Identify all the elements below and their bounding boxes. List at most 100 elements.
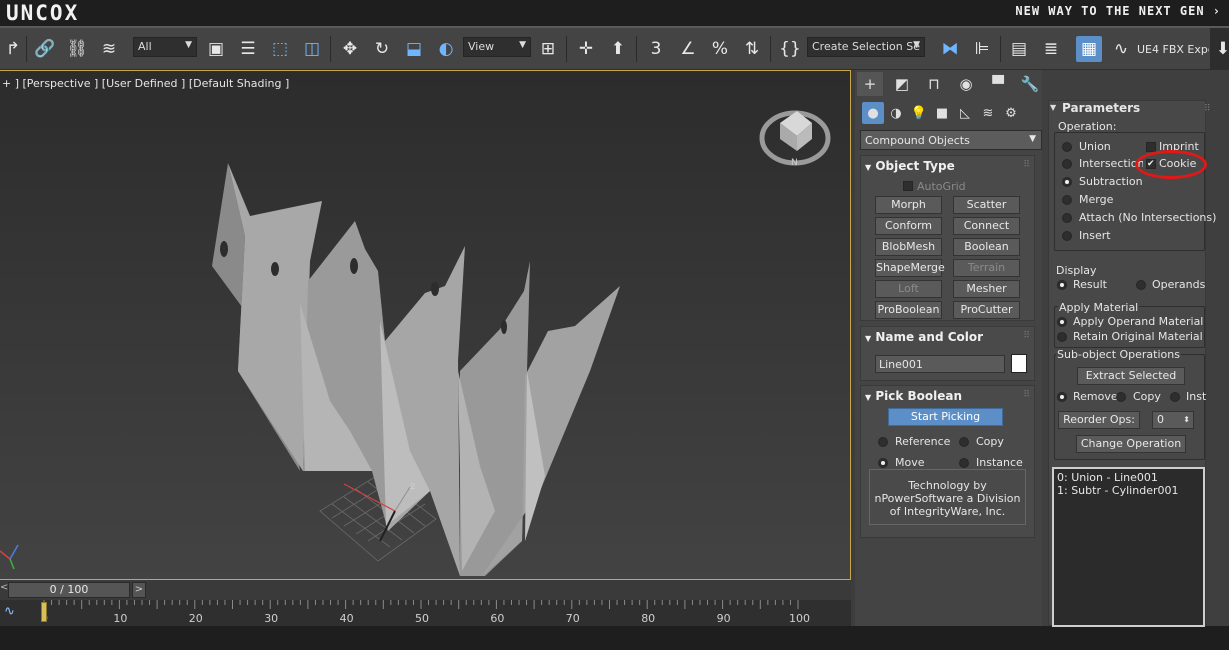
placement-icon[interactable]: ◐ [433,36,459,62]
utilities-tab-icon[interactable]: 🔧 [1017,72,1043,96]
spinner-snap-icon[interactable]: ⇅ [739,36,765,62]
link-icon[interactable]: 🔗 [32,36,58,62]
snaps-toggle-icon[interactable]: 3 [643,36,669,62]
apply-operand-material-radio[interactable] [1057,317,1067,327]
folded-sheet-mesh[interactable] [212,163,620,576]
list-item[interactable]: 1: Subtr - Cylinder001 [1057,484,1200,497]
terrain-button[interactable]: Terrain [953,259,1020,277]
autogrid-checkbox[interactable] [903,181,913,191]
shapes-icon[interactable]: ◑ [885,102,907,124]
redo-icon[interactable]: ↱ [0,36,26,62]
move-icon[interactable]: ✥ [337,36,363,62]
edit-named-selection-icon[interactable]: {} [777,36,803,62]
lights-icon[interactable]: 💡 [908,102,930,124]
copy-radio[interactable] [1116,392,1126,402]
download-icon[interactable]: ⬇ [1210,36,1229,62]
geometry-icon[interactable]: ● [862,102,884,124]
layer-explorer-icon[interactable]: ≣ [1038,36,1064,62]
pick-boolean-title[interactable]: ▼ Pick Boolean [865,389,962,403]
align-icon[interactable]: ⊫ [969,36,995,62]
curve-editor-mini-icon[interactable]: ∿ [4,604,15,619]
proboolean-button[interactable]: ProBoolean [875,301,942,319]
grip-icon[interactable]: ⠿ [1023,160,1030,170]
category-dropdown[interactable]: Compound Objects ▼ [860,130,1042,150]
time-slider[interactable]: 0 / 100 [8,582,130,598]
unlink-icon[interactable]: ⛓ [64,36,90,62]
hierarchy-tab-icon[interactable]: ⊓ [921,72,947,96]
intersection-radio[interactable] [1062,159,1072,169]
display-tab-icon[interactable]: ▀ [985,72,1011,96]
reorder-spinner[interactable]: 0 ⬍ [1152,411,1194,429]
reorder-ops-button[interactable]: Reorder Ops: [1058,411,1140,429]
retain-original-material-radio[interactable] [1057,332,1067,342]
mirror-icon[interactable]: ⧓ [937,36,963,62]
mesher-button[interactable]: Mesher [953,280,1020,298]
object-name-input[interactable]: Line001 [875,355,1005,373]
boolean-button[interactable]: Boolean [953,238,1020,256]
rectangular-selection-icon[interactable]: ⬚ [267,36,293,62]
move-radio[interactable] [878,458,888,468]
grip-icon[interactable]: ⠿ [1023,331,1030,341]
helpers-icon[interactable]: ◺ [954,102,976,124]
attach-radio[interactable] [1062,213,1072,223]
rotate-icon[interactable]: ↻ [369,36,395,62]
collapse-icon[interactable]: ▼ [1050,103,1056,112]
remove-radio[interactable] [1057,392,1067,402]
scale-icon[interactable]: ⬓ [401,36,427,62]
named-selection-dropdown[interactable]: Create Selection Se ▼ [807,37,925,57]
time-marker[interactable] [41,602,47,622]
create-tab-icon[interactable]: + [857,72,883,96]
procutter-button[interactable]: ProCutter [953,301,1020,319]
instance-radio[interactable] [1170,392,1180,402]
pivot-center-icon[interactable]: ⊞ [535,36,561,62]
scatter-button[interactable]: Scatter [953,196,1020,214]
bind-space-warp-icon[interactable]: ≋ [96,36,122,62]
reference-coordinate-dropdown[interactable]: View ▼ [463,37,531,57]
viewport-perspective[interactable]: + ] [Perspective ] [User Defined ] [Defa… [0,70,851,580]
grip-icon[interactable]: ⠿ [1204,104,1224,114]
conform-button[interactable]: Conform [875,217,942,235]
percent-snap-icon[interactable]: % [707,36,733,62]
name-and-color-title[interactable]: ▼ Name and Color [865,330,983,344]
keyboard-shortcut-override-icon[interactable]: ⬆ [605,36,631,62]
select-by-name-icon[interactable]: ☰ [235,36,261,62]
selection-filter-dropdown[interactable]: All ▼ [133,37,197,57]
time-prev-button[interactable]: < [0,582,8,598]
parameters-title[interactable]: Parameters [1062,101,1140,115]
shapemerge-button[interactable]: ShapeMerge [875,259,945,277]
connect-button[interactable]: Connect [953,217,1020,235]
curve-editor-icon[interactable]: ∿ [1108,36,1134,62]
window-crossing-icon[interactable]: ◫ [299,36,325,62]
select-object-icon[interactable]: ▣ [203,36,229,62]
change-operation-button[interactable]: Change Operation [1076,435,1186,453]
union-radio[interactable] [1062,142,1072,152]
select-manipulate-icon[interactable]: ✛ [573,36,599,62]
reference-radio[interactable] [878,437,888,447]
extract-selected-button[interactable]: Extract Selected [1077,367,1185,385]
cameras-icon[interactable]: ■ [931,102,953,124]
spinner-icon[interactable]: ⬍ [1183,412,1190,428]
ue4-fbx-export-button[interactable]: UE4 FBX Export [1137,43,1209,56]
motion-tab-icon[interactable]: ◉ [953,72,979,96]
merge-radio[interactable] [1062,195,1072,205]
copy-radio[interactable] [959,437,969,447]
display-result-radio[interactable] [1057,280,1067,290]
morph-button[interactable]: Morph [875,196,942,214]
list-item[interactable]: 0: Union - Line001 [1057,471,1200,484]
angle-snap-icon[interactable]: ∠ [675,36,701,62]
subtraction-radio[interactable] [1062,177,1072,187]
scene-explorer-icon[interactable]: ▤ [1006,36,1032,62]
systems-icon[interactable]: ⚙ [1000,102,1022,124]
frame-ruler[interactable]: 0102030405060708090100 [40,600,810,626]
operands-list[interactable]: 0: Union - Line001 1: Subtr - Cylinder00… [1052,467,1205,627]
view-cube[interactable]: N [759,110,831,168]
object-type-title[interactable]: ▼ Object Type [865,159,955,173]
blobmesh-button[interactable]: BlobMesh [875,238,942,256]
grip-icon[interactable]: ⠿ [1023,390,1030,400]
display-operands-radio[interactable] [1136,280,1146,290]
space-warps-icon[interactable]: ≋ [977,102,999,124]
time-next-button[interactable]: > [132,582,146,598]
toggle-command-panel-icon[interactable]: ▦ [1076,36,1102,62]
loft-button[interactable]: Loft [875,280,942,298]
start-picking-button[interactable]: Start Picking [888,408,1003,426]
